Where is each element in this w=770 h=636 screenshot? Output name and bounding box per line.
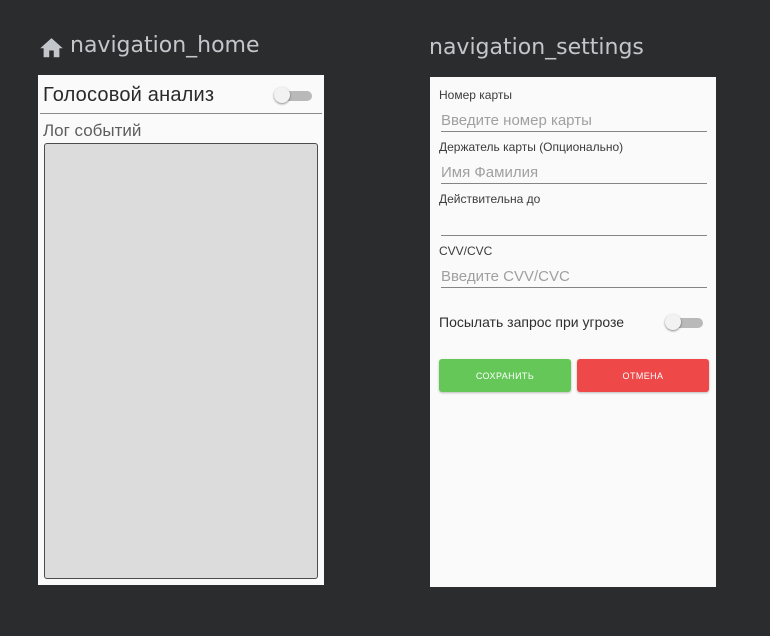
save-button[interactable]: СОХРАНИТЬ (439, 359, 571, 392)
home-screen-title-text: navigation_home (70, 33, 260, 58)
send-on-threat-switch[interactable] (665, 314, 703, 330)
header-divider (40, 113, 322, 114)
home-icon (40, 38, 63, 58)
voice-analysis-switch[interactable] (274, 87, 312, 103)
cvv-input[interactable] (441, 265, 707, 288)
home-screen: Голосовой анализ Лог событий (38, 75, 324, 585)
home-screen-title: navigation_home (38, 34, 260, 58)
card-holder-label: Держатель карты (Опционально) (439, 140, 624, 154)
send-on-threat-label: Посылать запрос при угрозе (439, 314, 625, 330)
voice-analysis-label: Голосовой анализ (43, 84, 215, 106)
settings-screen-title: navigation_settings (429, 35, 644, 60)
cvv-label: CVV/CVC (439, 244, 493, 258)
valid-until-label: Действительна до (439, 192, 541, 206)
card-number-label: Номер карты (439, 88, 512, 102)
switch-thumb (274, 87, 290, 103)
card-holder-input[interactable] (441, 161, 707, 184)
switch-thumb (665, 314, 681, 330)
valid-until-input[interactable] (441, 213, 707, 236)
settings-screen: Номер карты Держатель карты (Опционально… (430, 77, 716, 587)
event-log-area[interactable] (44, 143, 318, 579)
cancel-button[interactable]: ОТМЕНА (577, 359, 709, 392)
event-log-label: Лог событий (43, 121, 142, 140)
card-number-input[interactable] (441, 109, 707, 132)
